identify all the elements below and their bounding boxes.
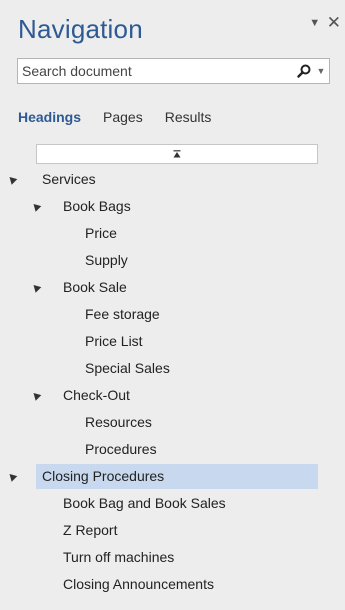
chevron-down-icon[interactable]: ▼	[309, 17, 321, 29]
expanded-triangle-icon[interactable]	[6, 174, 18, 185]
tree-item[interactable]: Book Sale	[0, 275, 345, 300]
tree-item[interactable]: Services	[0, 167, 345, 192]
tree-item[interactable]: Check-Out	[0, 383, 345, 408]
tree-item-label: Special Sales	[85, 360, 170, 376]
tree-item-label: Services	[42, 171, 96, 187]
tree-item-label: Price	[85, 225, 117, 241]
close-icon[interactable]: ✕	[327, 14, 341, 31]
tree-item[interactable]: Closing Announcements	[0, 572, 345, 597]
tree-item-label: Book Bag and Book Sales	[63, 495, 226, 511]
pane-controls: ▼ ✕	[309, 14, 341, 31]
tree-item-label: Book Sale	[63, 279, 127, 295]
search-input[interactable]: Search document	[18, 63, 295, 79]
tree-item-label: Turn off machines	[63, 549, 175, 565]
tree-item-label: Z Report	[63, 522, 118, 538]
tree-item[interactable]: Supply	[0, 248, 345, 273]
tree-item-label: Book Bags	[63, 198, 131, 214]
tree-item-label: Resources	[85, 414, 152, 430]
tree-item-label: Price List	[85, 333, 143, 349]
tree-item[interactable]: Turn off machines	[0, 545, 345, 570]
expanded-triangle-icon[interactable]	[30, 390, 42, 401]
pane-title: Navigation	[18, 14, 143, 44]
tree-item[interactable]: Resources	[0, 410, 345, 435]
search-options-chevron-icon[interactable]: ▼	[315, 66, 327, 76]
tree-item[interactable]: Book Bags	[0, 194, 345, 219]
tree-item[interactable]: Book Bag and Book Sales	[0, 491, 345, 516]
tree-item[interactable]: Special Sales	[0, 356, 345, 381]
tree-item[interactable]: Price	[0, 221, 345, 246]
expanded-triangle-icon[interactable]	[30, 282, 42, 293]
collapse-all-icon	[173, 150, 181, 158]
tree-item-label: Procedures	[85, 441, 157, 457]
tab-results[interactable]: Results	[165, 109, 212, 125]
tab-pages[interactable]: Pages	[103, 109, 143, 125]
search-box[interactable]: Search document ▼	[17, 58, 330, 84]
tree-item[interactable]: Fee storage	[0, 302, 345, 327]
collapse-all-button[interactable]	[36, 144, 318, 164]
expanded-triangle-icon[interactable]	[30, 201, 42, 212]
expanded-triangle-icon[interactable]	[6, 471, 18, 482]
tree-item[interactable]: Z Report	[0, 518, 345, 543]
tree-item[interactable]: Procedures	[0, 437, 345, 462]
navigation-pane: Navigation ▼ ✕ Search document ▼ Heading…	[0, 0, 345, 610]
tree-item[interactable]: Closing Procedures	[6, 464, 318, 489]
tree-item-label: Supply	[85, 252, 128, 268]
tree-item-label: Fee storage	[85, 306, 160, 322]
tree-item-label: Closing Announcements	[63, 576, 214, 592]
tab-headings[interactable]: Headings	[18, 109, 81, 125]
search-icon[interactable]	[295, 62, 313, 80]
tree-item-label: Closing Procedures	[42, 468, 165, 484]
tree-item-label: Check-Out	[63, 387, 130, 403]
tree-item[interactable]: Price List	[0, 329, 345, 354]
tab-bar: Headings Pages Results	[18, 109, 233, 125]
